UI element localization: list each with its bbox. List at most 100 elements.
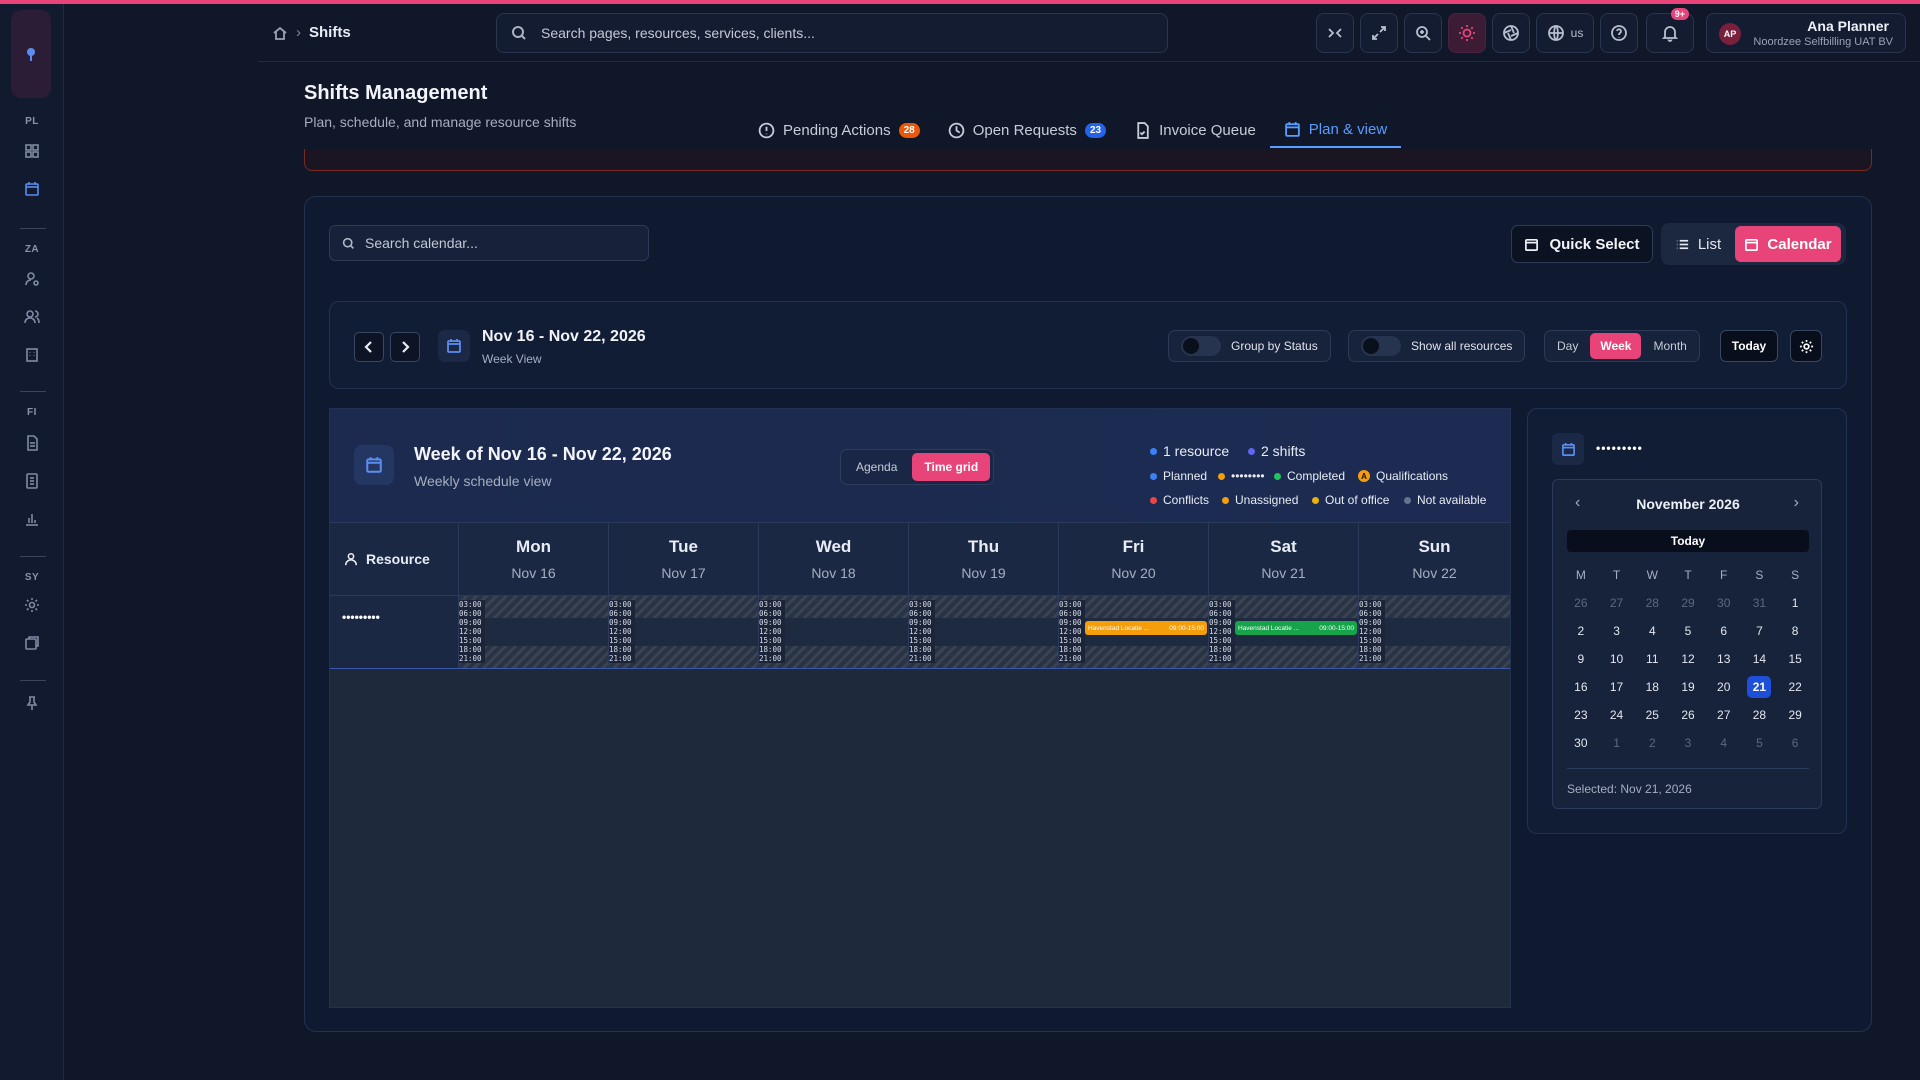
switch[interactable]: [1181, 336, 1221, 356]
calendar-day[interactable]: 23: [1563, 704, 1599, 726]
show-all-resources-toggle[interactable]: Show all resources: [1348, 330, 1526, 362]
calendar-day-outside[interactable]: 4: [1706, 732, 1742, 754]
building-icon[interactable]: [20, 343, 44, 367]
shift-block[interactable]: Havenstad Locatie ... 09:00-15:00: [1085, 621, 1207, 635]
month-view-button[interactable]: Month: [1643, 333, 1696, 359]
global-search[interactable]: Search pages, resources, services, clien…: [496, 13, 1168, 53]
breadcrumb-current[interactable]: Shifts: [309, 24, 351, 41]
calendar-day[interactable]: 11: [1634, 648, 1670, 670]
calendar-day[interactable]: 2: [1563, 620, 1599, 642]
calendar-day[interactable]: 27: [1706, 704, 1742, 726]
day-cell-mon[interactable]: 03:00 06:00 09:00 12:00 15:00 18:00 21:0…: [459, 596, 609, 668]
document-icon[interactable]: [20, 431, 44, 455]
calendar-day[interactable]: 14: [1742, 648, 1778, 670]
layers-icon[interactable]: [20, 631, 44, 655]
mini-calendar-today-button[interactable]: Today: [1567, 530, 1809, 552]
calendar-day-outside[interactable]: 1: [1599, 732, 1635, 754]
calendar-day[interactable]: 10: [1599, 648, 1635, 670]
calendar-settings-button[interactable]: [1790, 330, 1822, 362]
day-cell-thu[interactable]: 03:00 06:00 09:00 12:00 15:00 18:00 21:0…: [909, 596, 1059, 668]
calendar-day[interactable]: 21: [1747, 676, 1772, 698]
calendar-day[interactable]: 7: [1742, 620, 1778, 642]
calendar-search[interactable]: Search calendar...: [329, 225, 649, 261]
grid-icon[interactable]: [20, 139, 44, 163]
calendar-day-outside[interactable]: 3: [1670, 732, 1706, 754]
calendar-day[interactable]: 25: [1634, 704, 1670, 726]
calendar-day[interactable]: 1: [1777, 592, 1813, 614]
search-input[interactable]: Search pages, resources, services, clien…: [541, 25, 815, 41]
invoice-icon[interactable]: [20, 469, 44, 493]
chevron-right-icon[interactable]: ›: [1794, 494, 1799, 512]
calendar-search-input[interactable]: Search calendar...: [365, 235, 478, 251]
previous-week-button[interactable]: [354, 332, 384, 362]
language-selector[interactable]: us: [1536, 13, 1594, 53]
calendar-day-outside[interactable]: 2: [1634, 732, 1670, 754]
calendar-day[interactable]: 17: [1599, 676, 1635, 698]
calendar-day-outside[interactable]: 6: [1777, 732, 1813, 754]
calendar-day[interactable]: 30: [1563, 732, 1599, 754]
tab-plan-view[interactable]: Plan & view: [1269, 112, 1402, 148]
day-cell-wed[interactable]: 03:00 06:00 09:00 12:00 15:00 18:00 21:0…: [759, 596, 909, 668]
group-by-status-toggle[interactable]: Group by Status: [1168, 330, 1331, 362]
theme-toggle-button[interactable]: [1448, 13, 1486, 53]
calendar-day[interactable]: 5: [1670, 620, 1706, 642]
calendar-day[interactable]: 29: [1777, 704, 1813, 726]
bar-chart-icon[interactable]: [20, 507, 44, 531]
calendar-day-outside[interactable]: 28: [1634, 592, 1670, 614]
week-view-button[interactable]: Week: [1590, 333, 1642, 359]
resource-row-label[interactable]: •••••••••: [330, 596, 459, 668]
aperture-button[interactable]: [1492, 13, 1530, 53]
calendar-day[interactable]: 19: [1670, 676, 1706, 698]
help-button[interactable]: [1600, 13, 1638, 53]
agenda-button[interactable]: Agenda: [844, 453, 909, 481]
gear-icon[interactable]: [20, 593, 44, 617]
user-menu[interactable]: AP Ana Planner Noordzee Selfbilling UAT …: [1706, 13, 1906, 53]
collapse-sidebar-button[interactable]: [1316, 13, 1354, 53]
calendar-day-outside[interactable]: 29: [1670, 592, 1706, 614]
shift-block[interactable]: Havenstad Locatie ... 09:00-15:00: [1235, 621, 1357, 635]
tab-invoice-queue[interactable]: Invoice Queue: [1120, 112, 1270, 148]
date-picker-button[interactable]: [438, 330, 470, 362]
calendar-view-button[interactable]: Calendar: [1735, 226, 1841, 262]
calendar-day-outside[interactable]: 27: [1599, 592, 1635, 614]
user-settings-icon[interactable]: [20, 267, 44, 291]
calendar-day-outside[interactable]: 5: [1742, 732, 1778, 754]
calendar-day-outside[interactable]: 30: [1706, 592, 1742, 614]
notifications-button[interactable]: 9+: [1646, 8, 1694, 53]
tab-open-requests[interactable]: Open Requests 23: [934, 112, 1120, 148]
today-button[interactable]: Today: [1720, 330, 1778, 362]
pin-icon[interactable]: [20, 691, 44, 715]
calendar-day[interactable]: 12: [1670, 648, 1706, 670]
calendar-day[interactable]: 13: [1706, 648, 1742, 670]
calendar-day[interactable]: 26: [1670, 704, 1706, 726]
day-cell-sat[interactable]: 03:00 06:00 09:00 12:00 15:00 18:00 21:0…: [1209, 596, 1359, 668]
calendar-day[interactable]: 4: [1634, 620, 1670, 642]
list-view-button[interactable]: List: [1664, 226, 1732, 262]
home-icon[interactable]: [272, 25, 288, 41]
calendar-day[interactable]: 3: [1599, 620, 1635, 642]
day-view-button[interactable]: Day: [1547, 333, 1588, 359]
calendar-day[interactable]: 18: [1634, 676, 1670, 698]
zoom-button[interactable]: [1404, 13, 1442, 53]
day-cell-fri[interactable]: 03:00 06:00 09:00 12:00 15:00 18:00 21:0…: [1059, 596, 1209, 668]
fullscreen-button[interactable]: [1360, 13, 1398, 53]
quick-select-button[interactable]: Quick Select: [1511, 225, 1653, 263]
day-cell-tue[interactable]: 03:00 06:00 09:00 12:00 15:00 18:00 21:0…: [609, 596, 759, 668]
calendar-day[interactable]: 22: [1777, 676, 1813, 698]
next-week-button[interactable]: [390, 332, 420, 362]
tab-pending-actions[interactable]: Pending Actions 28: [744, 112, 934, 148]
time-grid-button[interactable]: Time grid: [912, 453, 991, 481]
calendar-day[interactable]: 6: [1706, 620, 1742, 642]
calendar-day[interactable]: 24: [1599, 704, 1635, 726]
calendar-day[interactable]: 16: [1563, 676, 1599, 698]
calendar-day[interactable]: 15: [1777, 648, 1813, 670]
switch[interactable]: [1361, 336, 1401, 356]
users-icon[interactable]: [20, 305, 44, 329]
calendar-icon[interactable]: [20, 177, 44, 201]
app-logo[interactable]: [11, 10, 51, 98]
calendar-day-outside[interactable]: 31: [1742, 592, 1778, 614]
calendar-day[interactable]: 28: [1742, 704, 1778, 726]
calendar-day-outside[interactable]: 26: [1563, 592, 1599, 614]
calendar-day[interactable]: 20: [1706, 676, 1742, 698]
day-cell-sun[interactable]: 03:00 06:00 09:00 12:00 15:00 18:00 21:0…: [1359, 596, 1510, 668]
